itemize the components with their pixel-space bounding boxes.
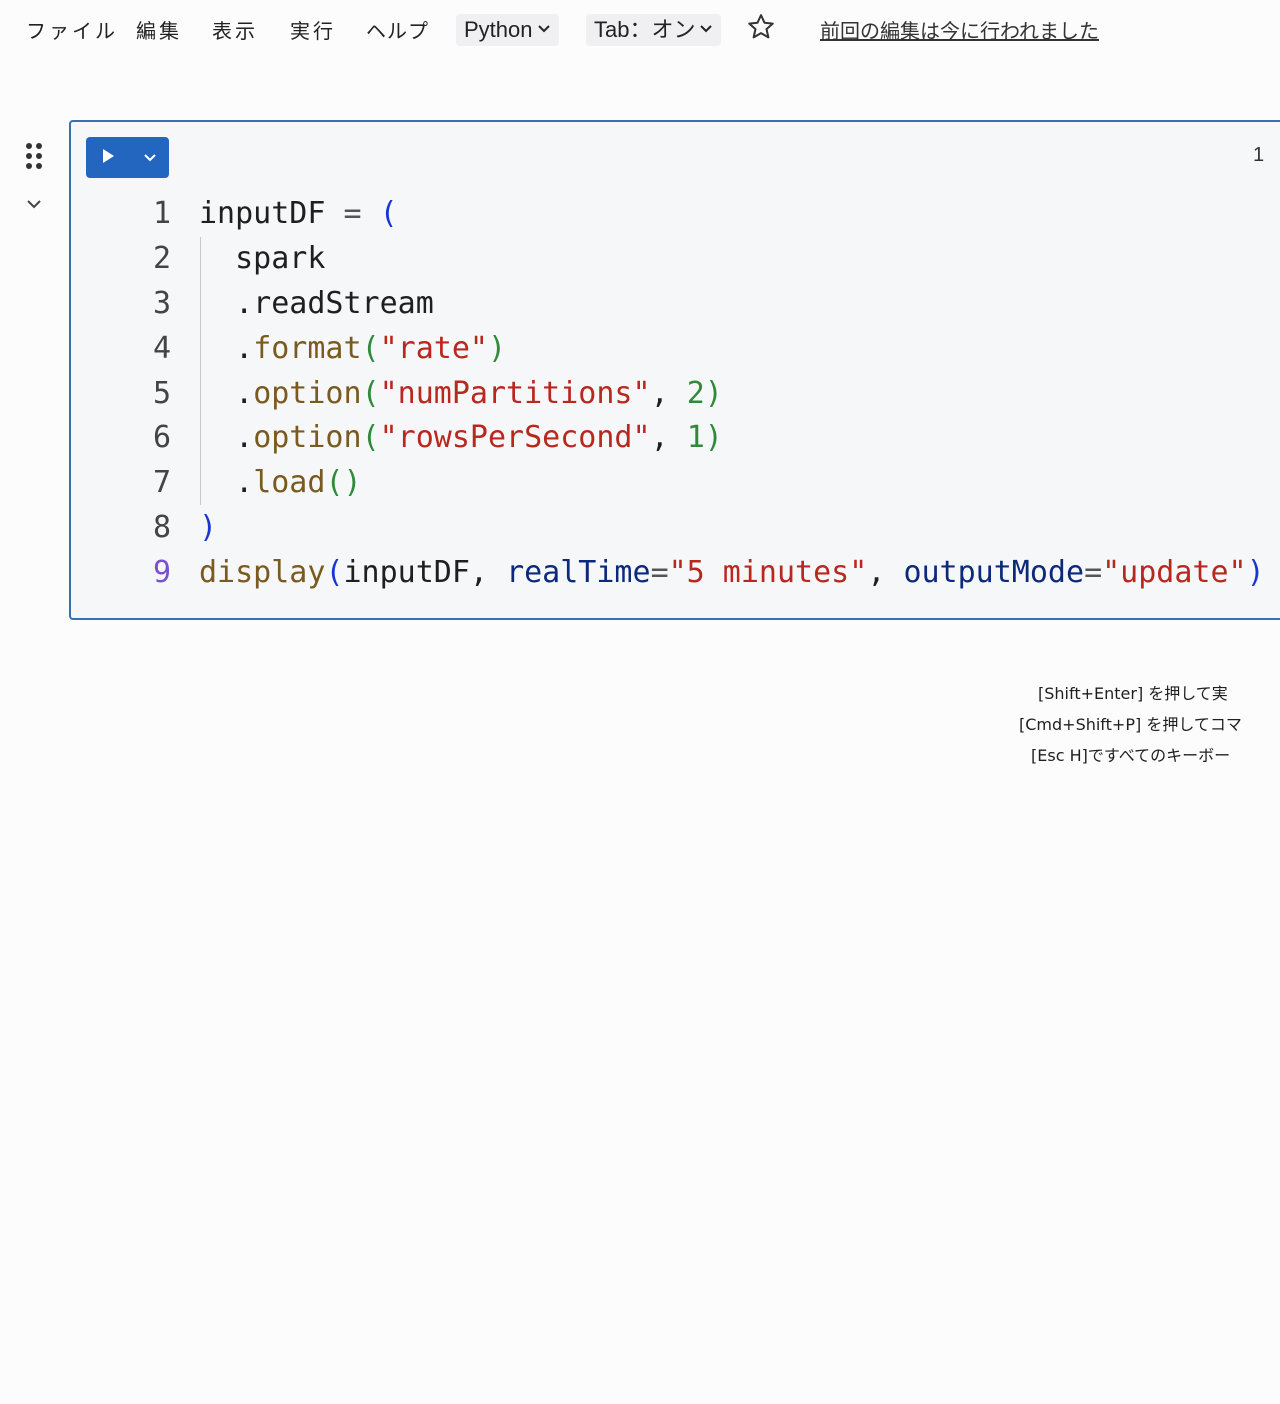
code-token: (: [325, 555, 344, 591]
line-number: 2: [152, 240, 171, 276]
code-token: ): [704, 420, 723, 456]
chevron-down-icon: [699, 13, 713, 45]
code-text: .option("rowsPerSecond", 1): [199, 416, 723, 461]
run-button-group: [86, 137, 169, 178]
code-token: (): [325, 465, 362, 501]
line-number: 6: [152, 420, 171, 456]
code-text: .option("numPartitions", 2): [199, 372, 723, 417]
code-line[interactable]: 8): [71, 506, 1280, 551]
code-text: display(inputDF, realTime="5 minutes", o…: [199, 551, 1265, 596]
code-token: (: [361, 420, 380, 456]
code-token: option: [253, 420, 362, 456]
line-number: 1: [152, 196, 171, 231]
line-number: 5: [152, 375, 171, 411]
code-token: format: [253, 330, 362, 366]
code-text: .load(): [199, 461, 362, 506]
code-token: ): [1246, 555, 1265, 591]
code-token: .: [199, 420, 254, 456]
code-token: .: [199, 465, 254, 501]
menu-file[interactable]: ファイル: [26, 16, 118, 46]
code-token: .: [199, 330, 254, 366]
run-cell-button[interactable]: [86, 137, 130, 178]
menu-help[interactable]: ヘルプ: [366, 16, 429, 46]
line-number: 4: [152, 330, 171, 366]
language-dropdown[interactable]: Python: [456, 14, 559, 46]
last-edit-link[interactable]: 前回の編集は今に行われました: [820, 16, 1099, 46]
code-line[interactable]: 9 display(inputDF, realTime="5 minutes", …: [71, 551, 1280, 596]
code-text: spark: [199, 237, 325, 282]
hint-shift-enter: [Shift+Enter] を押して実: [1038, 684, 1228, 703]
indent-guide: [200, 237, 201, 505]
code-line[interactable]: 6 .option("rowsPerSecond", 1): [71, 416, 1280, 461]
language-label: Python: [464, 17, 533, 42]
line-number: 3: [152, 285, 171, 321]
code-token: "rowsPerSecond": [379, 420, 651, 456]
collapse-cell-icon[interactable]: [24, 194, 44, 214]
code-line[interactable]: 3 .readStream: [71, 282, 1280, 327]
code-line[interactable]: 1 inputDF = (: [71, 192, 1280, 237]
code-text: .format("rate"): [199, 327, 506, 372]
star-icon[interactable]: [746, 12, 778, 46]
code-token: ,: [867, 555, 904, 591]
code-token: ,: [650, 420, 687, 456]
code-editor[interactable]: 1 inputDF = (2 spark 3 .readStream 4 .forma…: [71, 192, 1280, 596]
code-line[interactable]: 7 .load(): [71, 461, 1280, 506]
code-token: inputDF: [199, 196, 344, 231]
code-text: .readStream: [199, 282, 434, 327]
code-token: .readStream: [199, 285, 434, 321]
line-number: 7: [152, 465, 171, 501]
code-token: outputMode: [903, 555, 1085, 591]
code-token: ,: [650, 375, 687, 411]
line-number: 8: [152, 510, 171, 546]
code-line[interactable]: 5 .option("numPartitions", 2): [71, 372, 1280, 417]
tab-completion-dropdown[interactable]: Tab：オン: [586, 13, 722, 46]
code-token: ): [488, 330, 507, 366]
drag-handle-icon[interactable]: [24, 142, 46, 170]
code-token: (: [361, 375, 380, 411]
hint-cmd-shift-p: [Cmd+Shift+P] を押してコマ: [1019, 715, 1242, 734]
code-token: "numPartitions": [379, 375, 651, 411]
code-token: option: [253, 375, 362, 411]
menu-view[interactable]: 表示: [212, 16, 258, 46]
code-text: inputDF = (: [199, 192, 398, 237]
code-token: realTime: [506, 555, 651, 591]
code-token: inputDF,: [343, 555, 507, 591]
code-token: ): [199, 510, 218, 546]
code-token: "5 minutes": [668, 555, 868, 591]
menu-bar: ファイル 編集 表示 実行 ヘルプ Python Tab：オン 前回の編集は今に…: [0, 0, 1280, 62]
code-line[interactable]: 2 spark: [71, 237, 1280, 282]
code-token: load: [253, 465, 326, 501]
code-token: .: [199, 375, 254, 411]
chevron-down-icon: [537, 13, 551, 45]
code-token: ): [704, 375, 723, 411]
code-token: "rate": [379, 330, 488, 366]
code-token: (: [379, 196, 398, 231]
code-token: display: [199, 555, 326, 591]
cell-number: 1: [1253, 144, 1265, 166]
code-token: "update": [1102, 555, 1247, 591]
code-token: (: [361, 330, 380, 366]
line-number: 9: [152, 555, 171, 591]
code-line[interactable]: 4 .format("rate"): [71, 327, 1280, 372]
chevron-down-icon: [143, 148, 157, 167]
code-token: spark: [199, 240, 326, 276]
code-cell[interactable]: 1 1 inputDF = (2 spark 3 .readStream 4 .for…: [69, 120, 1280, 620]
hint-esc-h: [Esc H]ですべてのキーボー: [1031, 746, 1231, 765]
code-text: ): [199, 506, 217, 551]
code-token: 1: [686, 420, 705, 456]
code-token: =: [650, 555, 669, 591]
tab-completion-label: Tab：オン: [594, 17, 696, 42]
run-options-button[interactable]: [130, 137, 169, 178]
code-token: 2: [686, 375, 705, 411]
menu-run[interactable]: 実行: [290, 16, 336, 46]
menu-edit[interactable]: 編集: [136, 16, 182, 46]
code-token: =: [1084, 555, 1103, 591]
play-icon: [100, 148, 116, 168]
code-token: =: [343, 196, 380, 231]
